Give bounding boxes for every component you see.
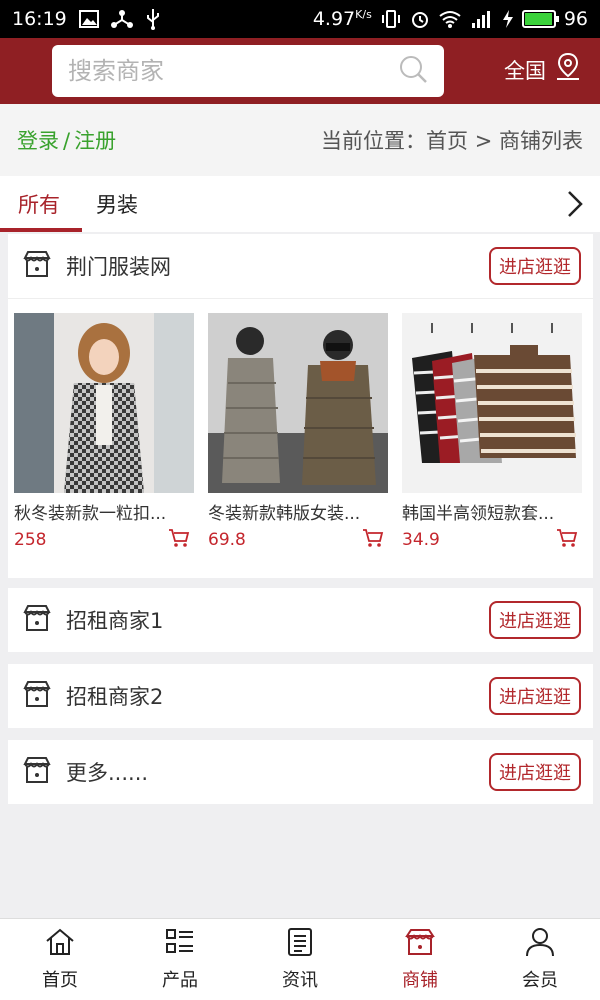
tab-all[interactable]: 所有 <box>0 176 82 232</box>
network-speed-unit: K/s <box>355 8 372 21</box>
status-time: 16:19 <box>12 8 67 30</box>
nav-label: 资讯 <box>282 970 318 991</box>
login-separator: / <box>63 129 71 153</box>
breadcrumb: 登录 / 注册 当前位置：首页 > 商铺列表 <box>0 104 600 176</box>
nav-label: 会员 <box>522 970 558 991</box>
shop-name[interactable]: 招租商家2 <box>66 681 163 711</box>
shop-card: 更多...... 进店逛逛 <box>8 740 593 804</box>
nav-item-member[interactable]: 会员 <box>480 919 600 1000</box>
shop-card: 招租商家2 进店逛逛 <box>8 664 593 728</box>
cart-icon[interactable] <box>168 528 190 552</box>
product-price: 69.8 <box>208 530 246 550</box>
user-icon <box>524 927 556 962</box>
shop-card: 招租商家1 进店逛逛 <box>8 588 593 652</box>
nav-item-home[interactable]: 首页 <box>0 919 120 1000</box>
charging-icon <box>502 9 514 29</box>
shop-icon <box>22 603 52 637</box>
image-icon <box>78 10 99 28</box>
bottom-nav: 首页 产品 资讯 商铺 会员 <box>0 918 600 1000</box>
cart-icon[interactable] <box>556 528 578 552</box>
product-price: 258 <box>14 530 47 550</box>
battery-icon <box>521 10 559 28</box>
login-link[interactable]: 登录 <box>17 129 59 153</box>
shop-name[interactable]: 荆门服装网 <box>66 251 171 281</box>
enter-shop-button[interactable]: 进店逛逛 <box>489 247 581 285</box>
signal-4g-icon <box>470 9 494 29</box>
product-image[interactable] <box>208 313 388 493</box>
tab-label: 所有 <box>18 193 60 217</box>
location-pin-icon <box>554 52 582 87</box>
battery-percent: 96 <box>563 8 588 30</box>
shop-card: 荆门服装网 进店逛逛 秋冬装新款一粒扣... 258 冬装新款韩版女装... 6… <box>8 234 593 578</box>
battery-level-fill <box>524 13 552 25</box>
tab-menswear[interactable]: 男装 <box>78 176 156 232</box>
nav-item-news[interactable]: 资讯 <box>240 919 360 1000</box>
nav-label: 首页 <box>42 970 78 991</box>
current-location: 当前位置：首页 > 商铺列表 <box>321 129 583 153</box>
app-header: 全国 <box>0 38 600 104</box>
nav-label: 产品 <box>162 970 198 991</box>
wifi-icon <box>438 10 462 28</box>
search-input[interactable] <box>68 57 398 85</box>
news-icon <box>284 927 316 962</box>
product-card[interactable]: 秋冬装新款一粒扣... 258 <box>14 313 194 576</box>
login-register: 登录 / 注册 <box>17 125 116 155</box>
vibrate-icon <box>380 9 402 29</box>
shop-icon <box>22 679 52 713</box>
category-tabs: 所有 男装 <box>0 176 600 232</box>
network-speed: 4.97 <box>312 8 356 30</box>
product-image[interactable] <box>14 313 194 493</box>
shop-icon <box>22 249 52 283</box>
search-box[interactable] <box>52 45 444 97</box>
product-title: 秋冬装新款一粒扣... <box>14 504 167 524</box>
enter-shop-button[interactable]: 进店逛逛 <box>489 753 581 791</box>
product-list: 秋冬装新款一粒扣... 258 冬装新款韩版女装... 69.8 韩国半高领短款… <box>8 298 593 576</box>
alarm-icon <box>410 9 430 29</box>
share-network-icon <box>110 9 133 29</box>
nav-label: 商铺 <box>402 970 438 991</box>
nav-item-products[interactable]: 产品 <box>120 919 240 1000</box>
search-icon[interactable] <box>398 54 428 88</box>
shop-icon <box>22 755 52 789</box>
shop-name[interactable]: 更多...... <box>66 757 148 787</box>
shop-icon <box>404 927 436 962</box>
tab-label: 男装 <box>96 193 138 217</box>
register-link[interactable]: 注册 <box>74 129 116 153</box>
nav-item-shops[interactable]: 商铺 <box>360 919 480 1000</box>
product-title: 韩国半高领短款套... <box>402 504 555 524</box>
status-bar: 16:19 4.97K/s 96 <box>0 0 600 38</box>
enter-shop-button[interactable]: 进店逛逛 <box>489 677 581 715</box>
usb-icon <box>145 8 161 30</box>
product-image[interactable] <box>402 313 582 493</box>
shop-name[interactable]: 招租商家1 <box>66 605 163 635</box>
grid-list-icon <box>164 927 196 962</box>
chevron-right-icon[interactable] <box>560 186 590 222</box>
region-label: 全国 <box>504 58 546 83</box>
product-title: 冬装新款韩版女装... <box>208 504 361 524</box>
cart-icon[interactable] <box>362 528 384 552</box>
product-price: 34.9 <box>402 530 440 550</box>
home-icon <box>44 927 76 962</box>
enter-shop-button[interactable]: 进店逛逛 <box>489 601 581 639</box>
product-card[interactable]: 冬装新款韩版女装... 69.8 <box>208 313 388 576</box>
region-selector[interactable]: 全国 <box>504 52 582 87</box>
product-card[interactable]: 韩国半高领短款套... 34.9 <box>402 313 582 576</box>
